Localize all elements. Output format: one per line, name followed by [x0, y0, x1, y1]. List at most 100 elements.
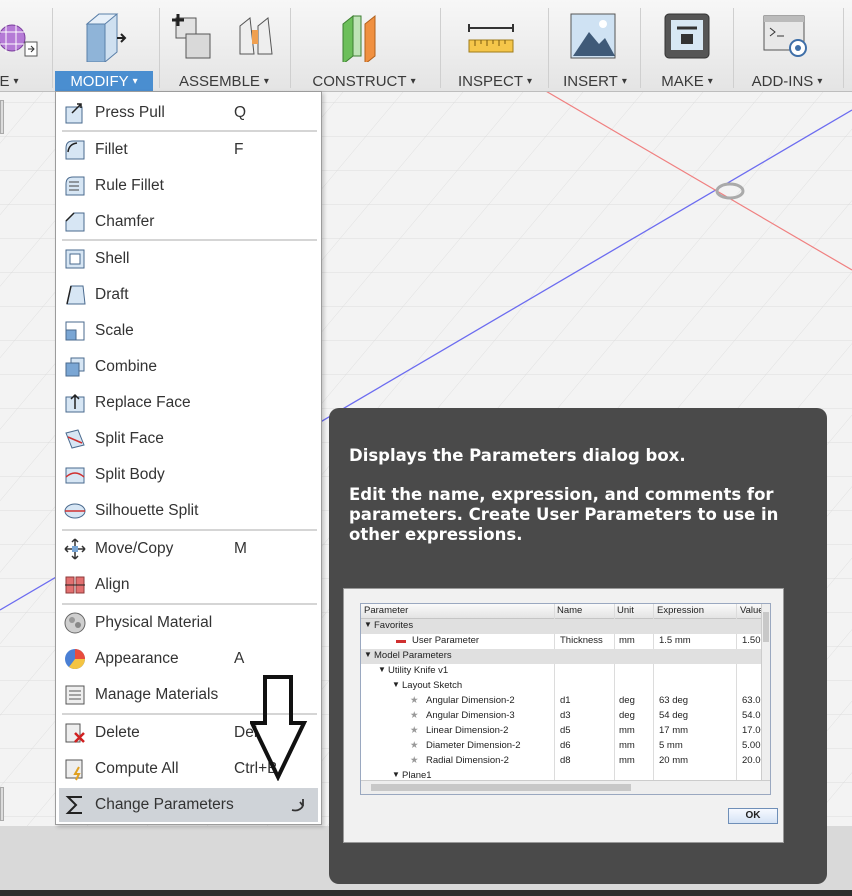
ok-button[interactable]: OK: [728, 808, 778, 824]
param-value: 63.0: [742, 695, 761, 706]
user-parameter-icon: [396, 640, 406, 643]
tooltip-title: Displays the Parameters dialog box.: [349, 446, 686, 465]
insert-group[interactable]: INSERT ▾: [549, 0, 639, 92]
menu-item-rule-fillet[interactable]: Rule Fillet: [59, 169, 318, 203]
command-tooltip: Displays the Parameters dialog box. Edit…: [329, 408, 827, 884]
expand-toggle-icon[interactable]: ▼: [392, 770, 400, 779]
expand-toggle-icon[interactable]: ▼: [364, 620, 372, 629]
menu-item-chamfer[interactable]: Chamfer: [59, 205, 318, 239]
bottom-bar: [0, 890, 852, 896]
param-value: 5.00: [742, 740, 761, 751]
menu-item-label: Scale: [95, 322, 134, 339]
menu-item-label: Delete: [95, 724, 140, 741]
param-value: 54.0: [742, 710, 761, 721]
favorite-star-icon[interactable]: ★: [410, 695, 419, 706]
pin-to-toolbar-icon[interactable]: [289, 796, 307, 814]
menu-item-move-copy[interactable]: Move/Copy M: [59, 532, 318, 566]
param-unit: mm: [619, 635, 635, 646]
expand-toggle-icon[interactable]: ▼: [364, 650, 372, 659]
menu-item-change-parameters[interactable]: Change Parameters: [59, 788, 318, 822]
menu-item-shell[interactable]: Shell: [59, 242, 318, 276]
menu-item-replace-face[interactable]: Replace Face: [59, 386, 318, 420]
timeline-panel-edge[interactable]: [0, 787, 4, 821]
favorite-star-icon[interactable]: ★: [410, 710, 419, 721]
new-component-icon: [172, 14, 211, 59]
param-expression: 5 mm: [659, 740, 683, 751]
favorite-star-icon[interactable]: ★: [410, 740, 419, 751]
param-expression: 17 mm: [659, 725, 689, 736]
addins-group[interactable]: ADD-INS ▾: [734, 0, 834, 92]
param-name: d1: [560, 695, 571, 706]
construct-group[interactable]: CONSTRUCT ▾: [295, 0, 435, 92]
modify-menu-label[interactable]: MODIFY ▾: [55, 71, 153, 91]
menu-item-label: Appearance: [95, 650, 179, 667]
expand-toggle-icon[interactable]: ▼: [378, 665, 386, 674]
table-row[interactable]: ★ Angular Dimension-3 d3 deg 54 deg 54.0: [361, 709, 770, 724]
param-expression: 54 deg: [659, 710, 689, 721]
draft-icon: [66, 285, 86, 305]
horizontal-scrollbar[interactable]: [361, 780, 770, 794]
addins-menu-label[interactable]: ADD-INS ▾: [740, 71, 834, 91]
menu-item-label: Draft: [95, 286, 129, 303]
parameters-table: Parameter Name Unit Expression Value ▼ Fa…: [360, 603, 771, 795]
param-label: Angular Dimension-2: [426, 695, 515, 706]
table-row[interactable]: ★ Linear Dimension-2 d5 mm 17 mm 17.00: [361, 724, 770, 739]
param-unit: deg: [619, 710, 635, 721]
menu-item-combine[interactable]: Combine: [59, 350, 318, 384]
menu-item-silhouette-split[interactable]: Silhouette Split: [59, 494, 318, 528]
param-label: Linear Dimension-2: [426, 725, 509, 736]
create-group[interactable]: E ▾: [0, 0, 50, 92]
menu-item-label: Chamfer: [95, 213, 155, 230]
menu-item-press-pull[interactable]: Press Pull Q: [59, 96, 318, 130]
menu-item-shortcut: F: [234, 141, 244, 158]
make-menu-label[interactable]: MAKE ▾: [647, 71, 727, 91]
table-row[interactable]: ▼ Model Parameters: [361, 649, 770, 664]
menu-item-physical-material[interactable]: Physical Material: [59, 606, 318, 640]
vertical-scrollbar[interactable]: [761, 604, 770, 780]
favorite-star-icon[interactable]: ★: [410, 725, 419, 736]
table-row[interactable]: ★ Radial Dimension-2 d8 mm 20 mm 20.00: [361, 754, 770, 769]
param-label: Diameter Dimension-2: [426, 740, 521, 751]
menu-item-shortcut: A: [234, 650, 245, 667]
table-row[interactable]: ★ Angular Dimension-2 d1 deg 63 deg 63.0: [361, 694, 770, 709]
favorite-star-icon[interactable]: ★: [410, 755, 419, 766]
menu-item-split-face[interactable]: Split Face: [59, 422, 318, 456]
construct-menu-label[interactable]: CONSTRUCT ▾: [305, 71, 423, 91]
table-row[interactable]: ▼ Utility Knife v1: [361, 664, 770, 679]
param-value: 1.50: [742, 635, 761, 646]
menu-item-draft[interactable]: Draft: [59, 278, 318, 312]
menu-item-label: Press Pull: [95, 104, 165, 121]
create-menu-label[interactable]: E ▾: [0, 71, 24, 91]
scale-icon: [65, 321, 85, 341]
table-row[interactable]: ★ Diameter Dimension-2 d6 mm 5 mm 5.00: [361, 739, 770, 754]
make-group[interactable]: MAKE ▾: [641, 0, 731, 92]
menu-item-split-body[interactable]: Split Body: [59, 458, 318, 492]
manage-materials-icon: [65, 685, 85, 705]
assemble-menu-label[interactable]: ASSEMBLE ▾: [164, 71, 284, 91]
inspect-group[interactable]: INSPECT ▾: [445, 0, 545, 92]
insert-image-icon: [570, 13, 616, 59]
down-arrow-annotation-icon: [250, 675, 308, 781]
modify-group[interactable]: MODIFY ▾: [53, 0, 157, 92]
table-row[interactable]: User Parameter Thickness mm 1.5 mm 1.50: [361, 634, 770, 649]
table-row[interactable]: ▼ Layout Sketch: [361, 679, 770, 694]
browser-panel-edge[interactable]: [0, 100, 4, 134]
param-unit: mm: [619, 755, 635, 766]
assemble-group[interactable]: ASSEMBLE ▾: [160, 0, 285, 92]
menu-item-label: Compute All: [95, 760, 179, 777]
param-name: Thickness: [560, 635, 603, 646]
toolbar-divider: [843, 8, 844, 88]
menu-item-appearance[interactable]: Appearance A: [59, 642, 318, 676]
inspect-menu-label[interactable]: INSPECT ▾: [447, 71, 543, 91]
menu-item-scale[interactable]: Scale: [59, 314, 318, 348]
menu-item-label: Replace Face: [95, 394, 191, 411]
menu-item-align[interactable]: Align: [59, 568, 318, 602]
table-row[interactable]: ▼ Favorites: [361, 619, 770, 634]
align-icon: [65, 576, 85, 594]
param-label: User Parameter: [412, 635, 480, 646]
expand-toggle-icon[interactable]: ▼: [392, 680, 400, 689]
insert-menu-label[interactable]: INSERT ▾: [553, 71, 637, 91]
param-name: d8: [560, 755, 571, 766]
menu-item-fillet[interactable]: Fillet F: [59, 133, 318, 167]
menu-divider: [62, 603, 317, 605]
